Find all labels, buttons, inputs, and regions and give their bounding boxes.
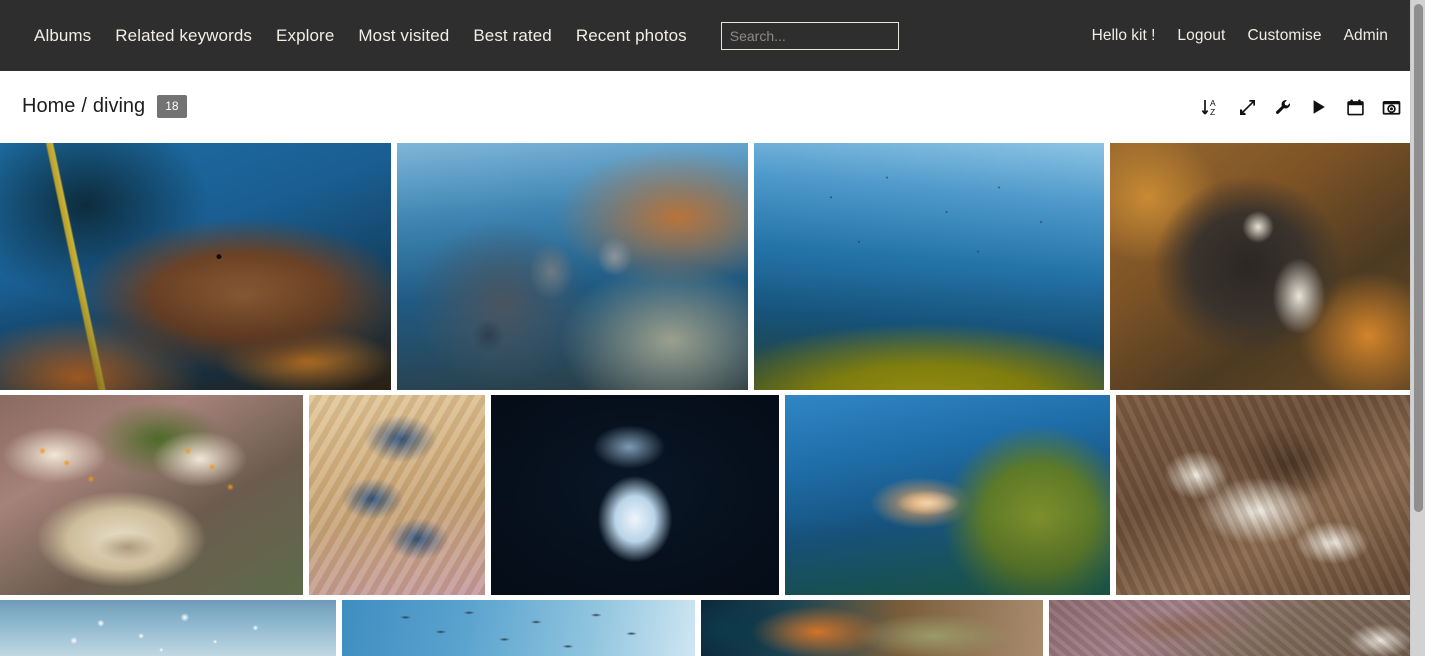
wrench-icon[interactable] <box>1271 95 1295 119</box>
search-input[interactable] <box>720 21 899 50</box>
thumbnail-image <box>342 600 695 656</box>
thumbnail-link[interactable] <box>1110 143 1425 390</box>
play-icon[interactable] <box>1307 95 1331 119</box>
thumbnail-row <box>0 600 1425 656</box>
thumbnail-link[interactable] <box>0 395 304 595</box>
vertical-scrollbar[interactable] <box>1410 0 1425 656</box>
page-root: Albums Related keywords Explore Most vis… <box>0 0 1425 656</box>
thumbnail-image <box>1110 143 1425 390</box>
nav-item-related-keywords[interactable]: Related keywords <box>103 18 264 54</box>
thumbnail-image <box>701 600 1043 656</box>
calendar-icon[interactable] <box>1343 95 1367 119</box>
svg-text:Z: Z <box>1210 107 1215 117</box>
thumbnail-link[interactable] <box>0 600 336 656</box>
thumbnail-link[interactable] <box>342 600 695 656</box>
breadcrumb-home[interactable]: Home <box>22 95 75 118</box>
thumbnail-link[interactable] <box>701 600 1043 656</box>
main-navbar: Albums Related keywords Explore Most vis… <box>0 0 1425 71</box>
nav-item-albums[interactable]: Albums <box>22 18 103 54</box>
primary-nav: Albums Related keywords Explore Most vis… <box>22 18 899 54</box>
breadcrumb-separator: / <box>81 94 87 117</box>
thumbnail-link[interactable] <box>1115 395 1425 595</box>
thumbnail-image <box>0 143 392 390</box>
user-nav: Hello kit ! Logout Customise Admin <box>1081 18 1407 54</box>
thumbnail-image <box>0 395 304 595</box>
thumbnail-row <box>0 395 1425 595</box>
thumbnail-image <box>309 395 485 595</box>
thumbnail-image <box>1115 395 1425 595</box>
nav-item-explore[interactable]: Explore <box>264 18 346 54</box>
scrollbar-thumb[interactable] <box>1414 4 1423 512</box>
thumbnail-link[interactable] <box>753 143 1105 390</box>
search-wrapper <box>720 21 899 50</box>
breadcrumb-bar: Home / diving 18 A Z <box>0 71 1425 143</box>
nav-item-most-visited[interactable]: Most visited <box>346 18 461 54</box>
admin-link[interactable]: Admin <box>1333 18 1399 54</box>
thumbnail-link[interactable] <box>0 143 392 390</box>
nav-item-best-rated[interactable]: Best rated <box>461 18 564 54</box>
breadcrumb: Home / diving 18 <box>22 94 187 120</box>
nav-item-recent-photos[interactable]: Recent photos <box>564 18 699 54</box>
fullscreen-icon[interactable] <box>1235 95 1259 119</box>
thumbnail-image <box>753 143 1105 390</box>
sort-az-icon[interactable]: A Z <box>1199 95 1223 119</box>
thumbnail-grid <box>0 143 1425 656</box>
camera-icon[interactable] <box>1379 95 1403 119</box>
thumbnail-link[interactable] <box>397 143 748 390</box>
customise-link[interactable]: Customise <box>1236 18 1332 54</box>
breadcrumb-current[interactable]: diving <box>93 95 145 118</box>
thumbnail-link[interactable] <box>490 395 780 595</box>
thumbnail-row <box>0 143 1425 390</box>
thumbnail-image <box>490 395 780 595</box>
album-toolbar: A Z <box>1199 95 1409 119</box>
thumbnail-image <box>397 143 748 390</box>
thumbnail-image <box>0 600 336 656</box>
thumbnail-image <box>1049 600 1425 656</box>
thumbnail-link[interactable] <box>785 395 1110 595</box>
album-photo-count-badge: 18 <box>157 94 187 118</box>
thumbnail-link[interactable] <box>309 395 485 595</box>
thumbnail-image <box>785 395 1110 595</box>
thumbnail-link[interactable] <box>1049 600 1425 656</box>
user-greeting: Hello kit ! <box>1091 26 1156 44</box>
logout-link[interactable]: Logout <box>1166 18 1236 54</box>
